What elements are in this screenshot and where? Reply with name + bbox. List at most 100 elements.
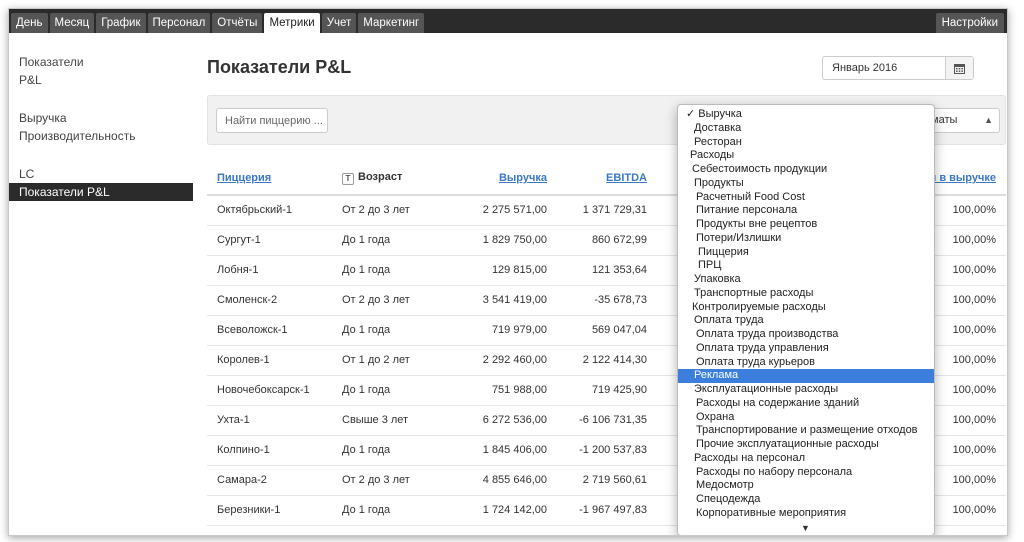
dropdown-option[interactable]: Себестоимость продукции xyxy=(678,163,934,177)
settings-button[interactable]: Настройки xyxy=(935,13,1004,33)
cell-ebitda: 2 122 414,30 xyxy=(557,345,657,376)
dropdown-option[interactable]: Прочие эксплуатационные расходы xyxy=(678,438,934,452)
sidebar: Показатели P&L Выручка Производительность LC… xyxy=(9,33,193,535)
cell-age: До 1 года xyxy=(332,375,452,406)
col-age-label: Возраст xyxy=(358,171,403,183)
cell-ebitda: 996 018,26 xyxy=(557,525,657,535)
nav-tabs: День Месяц График Персонал Отчёты Метрики Учет… xyxy=(11,13,425,33)
cell-ebitda: -1 200 537,83 xyxy=(557,435,657,466)
cell-name: Всеволожск-1 xyxy=(207,315,332,346)
cell-name: Самара-2 xyxy=(207,465,332,496)
sidebar-item[interactable]: P&L xyxy=(9,71,193,89)
dropdown-option[interactable]: Потери/Излишки xyxy=(678,232,934,246)
dropdown-option[interactable]: Транспортирование и размещение отходов xyxy=(678,424,934,438)
col-age[interactable]: T Возраст xyxy=(332,162,452,196)
filter-t-icon[interactable]: T xyxy=(342,173,354,185)
cell-age: Свыше 3 лет xyxy=(332,405,452,436)
cell-name: Колпино-1 xyxy=(207,435,332,466)
dropdown-option[interactable]: ПРЦ xyxy=(678,259,934,273)
dropdown-option[interactable]: Корпоративные мероприятия xyxy=(678,507,934,521)
cell-age: От 2 до 3 лет xyxy=(332,465,452,496)
nav-tab[interactable]: Учет xyxy=(321,13,357,33)
dropdown-option[interactable]: Оплата труда xyxy=(678,314,934,328)
sidebar-item[interactable]: LC xyxy=(9,165,193,183)
nav-tab[interactable]: Отчёты xyxy=(212,13,263,33)
nav-tab[interactable]: Маркетинг xyxy=(358,13,425,33)
cell-age: От 1 до 2 лет xyxy=(332,345,452,376)
nav-tab[interactable]: Месяц xyxy=(49,13,95,33)
cell-age: До 1 года xyxy=(332,495,452,526)
cell-ebitda: 569 047,04 xyxy=(557,315,657,346)
col-revenue[interactable]: Выручка xyxy=(452,162,557,196)
dropdown-option[interactable]: Спецодежда xyxy=(678,493,934,507)
sidebar-group: Показатели P&L xyxy=(9,53,193,89)
dropdown-option[interactable]: Охрана xyxy=(678,411,934,425)
cell-revenue: 3 541 419,00 xyxy=(452,285,557,316)
dropdown-option[interactable]: Оплата труда курьеров xyxy=(678,356,934,370)
dropdown-option[interactable]: Расходы по набору персонала xyxy=(678,466,934,480)
cell-name: Королев-1 xyxy=(207,345,332,376)
date-picker[interactable]: Январь 2016 xyxy=(822,56,974,80)
cell-ebitda: -35 678,73 xyxy=(557,285,657,316)
cell-name: Октябрьский-1 xyxy=(207,195,332,226)
cell-name: Сургут-1 xyxy=(207,225,332,256)
cell-age: До 1 года xyxy=(332,255,452,286)
app-window: День Месяц График Персонал Отчёты Метрики Учет… xyxy=(8,8,1008,536)
col-ebitda[interactable]: EBITDA xyxy=(557,162,657,196)
search-input[interactable] xyxy=(216,108,328,133)
dropdown-option[interactable]: Ресторан xyxy=(678,136,934,150)
cell-ebitda: 1 371 729,31 xyxy=(557,195,657,226)
cell-ebitda: 121 353,64 xyxy=(557,255,657,286)
dropdown-option[interactable]: Расчетный Food Cost xyxy=(678,191,934,205)
dropdown-option[interactable]: Расходы на персонал xyxy=(678,452,934,466)
dropdown-option[interactable]: Оплата труда производства xyxy=(678,328,934,342)
sidebar-group: LC Показатели P&L xyxy=(9,165,193,201)
sidebar-item[interactable]: Выручка xyxy=(9,109,193,127)
dropdown-option[interactable]: Продукты xyxy=(678,177,934,191)
date-value: Январь 2016 xyxy=(832,62,898,74)
sidebar-item[interactable]: Показатели P&L xyxy=(9,183,193,201)
dropdown-option[interactable]: Пиццерия xyxy=(678,246,934,260)
sidebar-item[interactable]: Производительность xyxy=(9,127,193,145)
nav-tab[interactable]: Метрики xyxy=(264,13,320,33)
calendar-icon[interactable] xyxy=(945,57,973,79)
sidebar-group: Выручка Производительность xyxy=(9,109,193,145)
dropdown-option[interactable]: Доставка xyxy=(678,122,934,136)
page-title: Показатели P&L xyxy=(207,57,352,77)
cell-age: До 1 года xyxy=(332,315,452,346)
nav-tab[interactable]: График xyxy=(96,13,146,33)
nav-tab[interactable]: День xyxy=(11,13,48,33)
cell-revenue: 1 724 142,00 xyxy=(452,495,557,526)
cell-age: До 1 года xyxy=(332,225,452,256)
cell-name: Смоленск-2 xyxy=(207,285,332,316)
cell-revenue: 129 815,00 xyxy=(452,255,557,286)
cell-ebitda: -6 106 731,35 xyxy=(557,405,657,436)
dropdown-option[interactable]: Расходы xyxy=(678,149,934,163)
dropdown-option[interactable]: Оплата труда управления xyxy=(678,342,934,356)
dropdown-option[interactable]: Питание персонала xyxy=(678,204,934,218)
dropdown-option[interactable]: Расходы на содержание зданий xyxy=(678,397,934,411)
metric-dropdown-menu: ✓ Выручка Доставка Ресторан Расходы Себестои… xyxy=(677,104,935,535)
cell-revenue: 6 272 536,00 xyxy=(452,405,557,436)
dropdown-option[interactable]: Контролируемые расходы xyxy=(678,301,934,315)
cell-name: Лобня-1 xyxy=(207,255,332,286)
dropdown-option[interactable]: Медосмотр xyxy=(678,479,934,493)
dropdown-option[interactable]: Эксплуатационные расходы xyxy=(678,383,934,397)
cell-revenue: 719 979,00 xyxy=(452,315,557,346)
dropdown-option[interactable]: Транспортные расходы xyxy=(678,287,934,301)
col-pizzeria[interactable]: Пиццерия xyxy=(207,162,332,196)
cell-age: До 1 года xyxy=(332,435,452,466)
cell-revenue: 2 292 460,00 xyxy=(452,345,557,376)
cell-revenue: 4 855 646,00 xyxy=(452,465,557,496)
cell-name: Ухта-1 xyxy=(207,405,332,436)
cell-name: Новочебоксарск-1 xyxy=(207,375,332,406)
sidebar-item[interactable]: Показатели xyxy=(9,53,193,71)
dropdown-option[interactable]: ✓ Выручка xyxy=(678,108,934,122)
dropdown-option[interactable]: Продукты вне рецептов xyxy=(678,218,934,232)
scroll-down-arrow-icon[interactable]: ▼ xyxy=(801,523,810,533)
dropdown-option[interactable]: Упаковка xyxy=(678,273,934,287)
nav-tab[interactable]: Персонал xyxy=(147,13,211,33)
select-caret-icon: ▲ xyxy=(984,115,993,125)
dropdown-option[interactable]: Реклама xyxy=(678,369,934,383)
cell-revenue: 2 275 571,00 xyxy=(452,195,557,226)
